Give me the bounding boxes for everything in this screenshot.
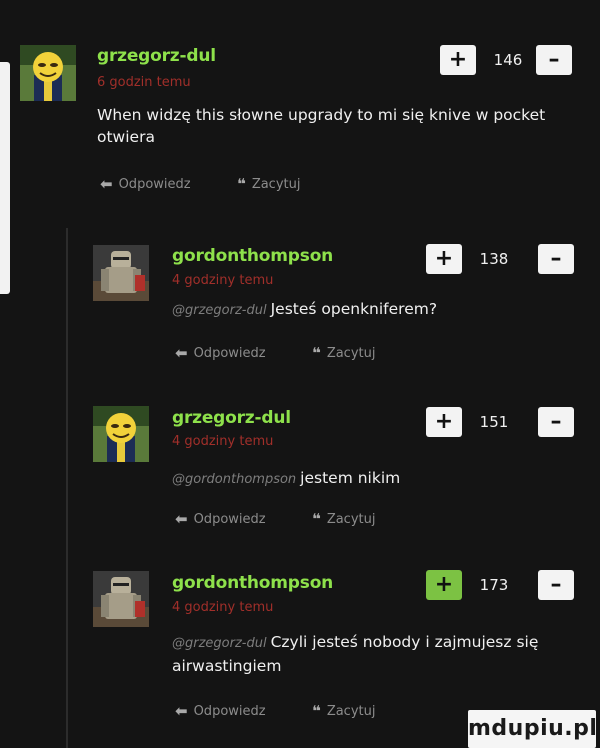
thread-line (66, 228, 68, 748)
emoji-face-avatar-icon[interactable] (20, 45, 76, 101)
timestamp: 4 godziny temu (172, 600, 274, 615)
downvote-button[interactable]: – (538, 244, 574, 274)
comment-body: jestem nikim (300, 469, 401, 487)
reply-button[interactable]: ⬅ Odpowiedz (175, 510, 266, 528)
upvote-button[interactable]: + (426, 244, 462, 274)
quote-button[interactable]: ❝ Zacytuj (312, 344, 375, 362)
reply-arrow-icon: ⬅ (175, 702, 188, 720)
quote-label: Zacytuj (326, 703, 376, 719)
quote-button[interactable]: ❝ Zacytuj (312, 702, 375, 720)
timestamp: 4 godziny temu (172, 434, 274, 449)
mention-link[interactable]: @grzegorz-dul (172, 303, 267, 318)
downvote-button[interactable]: – (536, 45, 572, 75)
quote-label: Zacytuj (326, 345, 376, 361)
quote-button[interactable]: ❝ Zacytuj (312, 510, 375, 528)
reply-label: Odpowiedz (118, 176, 191, 192)
reply-arrow-icon: ⬅ (100, 175, 113, 193)
reply-arrow-icon: ⬅ (175, 510, 188, 528)
side-scroll-handle[interactable] (0, 62, 10, 294)
mention-link[interactable]: @grzegorz-dul (172, 636, 267, 651)
score: 138 (479, 250, 509, 268)
score: 146 (493, 51, 523, 69)
reply-arrow-icon: ⬅ (175, 344, 188, 362)
mention-link[interactable]: @gordonthompson (172, 472, 296, 487)
quote-button[interactable]: ❝ Zacytuj (237, 175, 300, 193)
username[interactable]: gordonthompson (172, 246, 333, 266)
reply-label: Odpowiedz (193, 345, 266, 361)
quote-label: Zacytuj (326, 511, 376, 527)
quote-icon: ❝ (237, 175, 246, 193)
upvote-button[interactable]: + (426, 407, 462, 437)
username[interactable]: grzegorz-dul (97, 46, 216, 66)
reply-label: Odpowiedz (193, 511, 266, 527)
comment-body: When widzę this słowne upgrady to mi się… (97, 106, 546, 146)
downvote-button[interactable]: – (538, 570, 574, 600)
comment-text: @grzegorz-dul Jesteś openkniferem? (172, 298, 600, 322)
comment-text: When widzę this słowne upgrady to mi się… (97, 104, 547, 148)
quote-icon: ❝ (312, 702, 321, 720)
comment-body: Jesteś openkniferem? (270, 300, 438, 318)
comment-text: @grzegorz-dul Czyli jesteś nobody i zajmu… (172, 631, 592, 677)
downvote-button[interactable]: – (538, 407, 574, 437)
reply-button[interactable]: ⬅ Odpowiedz (175, 702, 266, 720)
timestamp: 4 godziny temu (172, 273, 274, 288)
score: 173 (479, 576, 509, 594)
username[interactable]: gordonthompson (172, 573, 333, 593)
knight-armor-avatar-icon[interactable] (93, 571, 149, 627)
reply-button[interactable]: ⬅ Odpowiedz (100, 175, 191, 193)
reply-button[interactable]: ⬅ Odpowiedz (175, 344, 266, 362)
quote-icon: ❝ (312, 344, 321, 362)
upvote-button[interactable]: + (426, 570, 462, 600)
quote-label: Zacytuj (251, 176, 301, 192)
quote-icon: ❝ (312, 510, 321, 528)
score: 151 (479, 413, 509, 431)
reply-label: Odpowiedz (193, 703, 266, 719)
watermark-logo: mdupiu.pl (468, 710, 597, 748)
knight-armor-avatar-icon[interactable] (93, 245, 149, 301)
upvote-button[interactable]: + (440, 45, 476, 75)
username[interactable]: grzegorz-dul (172, 408, 291, 428)
comment-text: @gordonthompson jestem nikim (172, 467, 600, 491)
emoji-face-avatar-icon[interactable] (93, 406, 149, 462)
timestamp: 6 godzin temu (97, 75, 191, 90)
